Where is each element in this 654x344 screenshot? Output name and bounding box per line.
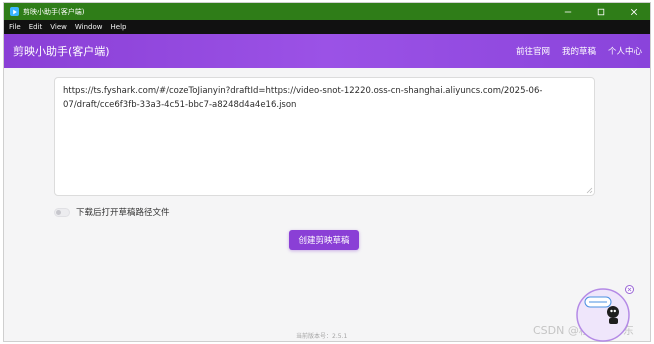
menu-file[interactable]: File [8,23,22,31]
version-label: 当前版本号：2.5.1 [296,333,348,340]
maximize-button[interactable] [584,3,617,20]
page-title: 剪映小助手(客户端) [13,45,110,58]
menu-window[interactable]: Window [74,23,104,31]
app-logo-icon [10,7,19,16]
window-title: 剪映小助手(客户端) [23,7,85,16]
close-button[interactable] [617,3,650,20]
menu-edit[interactable]: Edit [28,23,44,31]
open-path-toggle-row: 下载后打开草稿路径文件 [54,206,170,218]
nav-my-drafts[interactable]: 我的草稿 [562,45,596,57]
maximize-icon [597,8,604,15]
menu-bar: File Edit View Window Help [4,20,650,34]
assistant-robot-icon[interactable] [574,285,632,343]
create-draft-button[interactable]: 创建剪映草稿 [289,230,359,250]
toggle-knob [56,209,61,215]
resize-grip-icon[interactable] [585,186,593,194]
menu-view[interactable]: View [49,23,68,31]
open-path-toggle[interactable] [54,207,70,217]
draft-url-input[interactable]: https://ts.fyshark.com/#/cozeToJianyin?d… [54,77,595,196]
menu-help[interactable]: Help [110,23,128,31]
widget-close-button[interactable] [625,285,634,294]
minimize-icon [564,11,571,12]
minimize-button[interactable] [551,3,584,20]
close-icon [630,8,637,15]
open-path-toggle-label: 下载后打开草稿路径文件 [76,208,170,218]
app-header: 剪映小助手(客户端) 前往官网 我的草稿 个人中心 [4,34,650,68]
header-nav: 前往官网 我的草稿 个人中心 [504,34,642,68]
window-controls [551,3,650,20]
close-circle-icon [627,287,632,292]
window-titlebar[interactable]: 剪映小助手(客户端) [4,3,650,20]
nav-official-site[interactable]: 前往官网 [516,45,550,57]
nav-profile[interactable]: 个人中心 [608,45,642,57]
